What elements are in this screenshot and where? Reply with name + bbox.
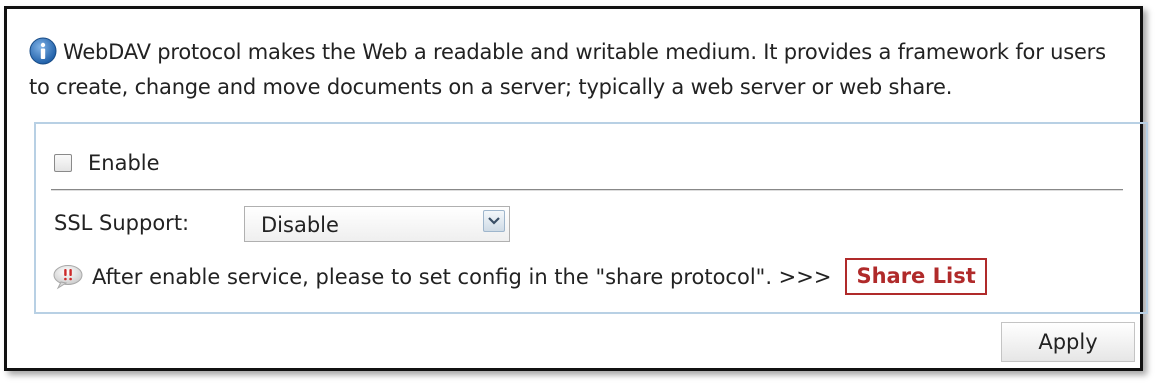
- ssl-support-select[interactable]: Disable: [244, 206, 510, 242]
- chevron-down-icon[interactable]: [483, 210, 505, 232]
- enable-row: Enable: [54, 151, 160, 175]
- info-message: WebDAV protocol makes the Web a readable…: [29, 35, 1129, 105]
- webdav-settings-window: WebDAV protocol makes the Web a readable…: [4, 6, 1148, 371]
- enable-checkbox[interactable]: [54, 154, 72, 172]
- apply-button[interactable]: Apply: [1001, 322, 1135, 362]
- info-icon: [29, 37, 57, 65]
- info-text: WebDAV protocol makes the Web a readable…: [29, 40, 1106, 99]
- notice-message: After enable service, please to set conf…: [52, 258, 987, 295]
- webdav-config-panel: Enable SSL Support: Disable After enable…: [34, 122, 1148, 314]
- warning-bubble-icon: [53, 264, 83, 289]
- share-list-button[interactable]: Share List: [845, 258, 987, 295]
- notice-text: After enable service, please to set conf…: [92, 264, 832, 289]
- enable-label: Enable: [88, 151, 160, 175]
- ssl-support-label: SSL Support:: [54, 211, 190, 235]
- ssl-support-value: Disable: [261, 213, 339, 237]
- chevron-down-glyph: [488, 217, 500, 225]
- divider: [51, 189, 1123, 191]
